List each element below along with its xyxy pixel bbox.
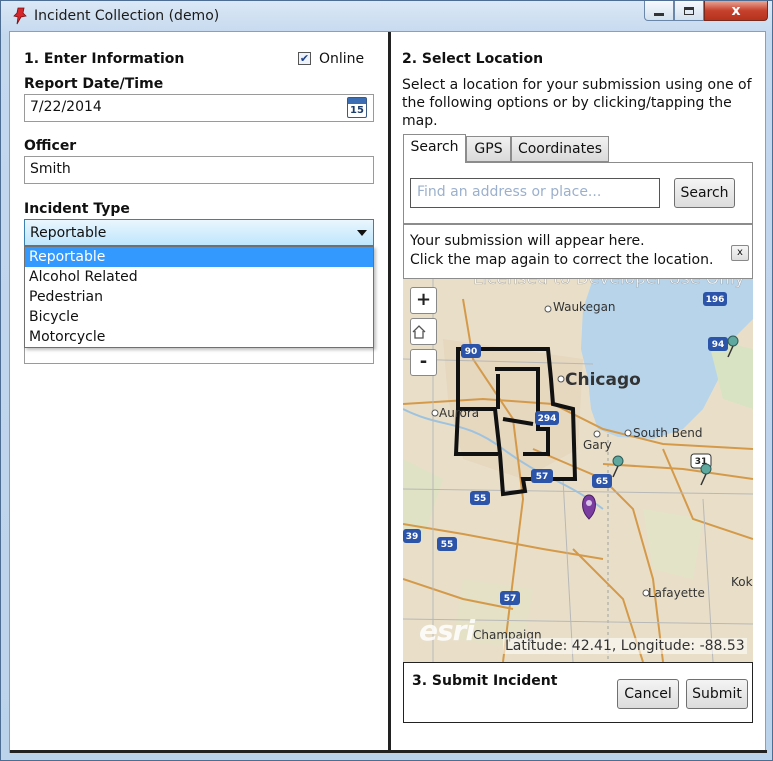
home-extent-button[interactable]	[410, 318, 437, 345]
officer-field[interactable]: Smith	[24, 156, 374, 184]
report-date-value: 7/22/2014	[30, 99, 102, 115]
maximize-icon	[684, 6, 694, 15]
shield-94: 94	[712, 340, 725, 350]
pushpin-icon	[13, 7, 27, 25]
shield-65: 65	[596, 477, 609, 487]
shield-55b: 55	[441, 540, 454, 550]
map-watermark: Licensed to Developer Use Only	[473, 279, 745, 289]
notice-line-2: Click the map again to correct the locat…	[410, 252, 714, 268]
coordinate-readout: Latitude: 42.41, Longitude: -88.53	[503, 638, 747, 654]
dropdown-option-pedestrian[interactable]: Pedestrian	[25, 287, 373, 307]
tab-coordinates[interactable]: Coordinates	[511, 136, 609, 162]
section-title-submit-incident: 3. Submit Incident	[412, 673, 558, 689]
check-icon: ✔	[299, 52, 310, 65]
online-label: Online	[319, 51, 365, 67]
shield-57b: 57	[504, 594, 517, 604]
map-label-kok: Kok	[731, 575, 753, 589]
dropdown-option-motorcycle[interactable]: Motorcycle	[25, 327, 373, 347]
shield-90: 90	[465, 347, 478, 357]
location-description: Select a location for your submission us…	[402, 77, 752, 129]
officer-value: Smith	[30, 161, 71, 177]
close-button[interactable]: x	[704, 1, 768, 21]
map-label-aurora: Aurora	[439, 406, 479, 420]
map-label-gary: Gary	[583, 438, 612, 452]
enter-information-pane: 1. Enter Information ✔ Online Report Dat…	[10, 32, 388, 752]
tab-search[interactable]: Search	[403, 134, 466, 163]
close-icon: x	[731, 2, 741, 19]
app-window: Incident Collection (demo) x 1. Enter In…	[0, 0, 773, 761]
online-checkbox[interactable]: ✔	[298, 52, 311, 65]
dropdown-option-reportable[interactable]: Reportable	[25, 247, 373, 267]
maximize-button[interactable]	[674, 1, 704, 21]
shield-196: 196	[706, 295, 725, 305]
notice-close-button[interactable]: x	[731, 245, 749, 261]
client-area: 1. Enter Information ✔ Online Report Dat…	[9, 31, 767, 753]
incident-type-value: Reportable	[30, 225, 107, 241]
report-date-label: Report Date/Time	[24, 76, 164, 92]
bottom-border	[10, 750, 767, 753]
submit-button[interactable]: Submit	[686, 679, 748, 709]
section-title-enter-information: 1. Enter Information	[24, 51, 185, 67]
submission-notice: Your submission will appear here. Click …	[403, 224, 753, 279]
cancel-button[interactable]: Cancel	[617, 679, 679, 709]
map-label-lafayette: Lafayette	[648, 586, 705, 600]
map-label-chicago: Chicago	[565, 370, 641, 390]
shield-55a: 55	[474, 494, 487, 504]
section-title-select-location: 2. Select Location	[402, 51, 544, 67]
incident-type-select[interactable]: Reportable	[24, 219, 374, 246]
minimize-button[interactable]	[644, 1, 674, 21]
dropdown-arrow-icon	[357, 230, 367, 236]
incident-type-dropdown: Reportable Alcohol Related Pedestrian Bi…	[24, 246, 374, 348]
address-search-input[interactable]: Find an address or place...	[410, 178, 660, 208]
zoom-in-button[interactable]: +	[410, 287, 437, 314]
basemap: 90 294 57 65 55 57 39 55 196 94 31 Licen…	[403, 279, 753, 662]
esri-logo: esri	[419, 614, 475, 647]
calendar-icon[interactable]: 15	[347, 97, 367, 118]
search-tab-panel: Find an address or place... Search	[403, 162, 753, 224]
zoom-out-button[interactable]: -	[410, 349, 437, 376]
submit-incident-panel: 3. Submit Incident Cancel Submit	[403, 662, 753, 723]
search-button[interactable]: Search	[674, 178, 735, 208]
calendar-day: 15	[350, 105, 364, 116]
report-date-field[interactable]: 7/22/2014 15	[24, 94, 374, 122]
title-bar: Incident Collection (demo) x	[1, 1, 772, 31]
shield-57: 57	[536, 472, 549, 482]
shield-294: 294	[538, 414, 557, 424]
officer-label: Officer	[24, 138, 77, 154]
minimize-icon	[654, 12, 664, 16]
dropdown-option-alcohol-related[interactable]: Alcohol Related	[25, 267, 373, 287]
map-label-south-bend: South Bend	[633, 426, 703, 440]
map-view[interactable]: 90 294 57 65 55 57 39 55 196 94 31 Licen…	[403, 279, 753, 662]
shield-39: 39	[406, 532, 419, 542]
notice-line-1: Your submission will appear here.	[410, 233, 645, 249]
map-label-waukegan: Waukegan	[553, 300, 616, 314]
select-location-pane: 2. Select Location Select a location for…	[391, 32, 767, 752]
tab-gps[interactable]: GPS	[466, 136, 511, 162]
window-title: Incident Collection (demo)	[34, 8, 220, 24]
incident-type-label: Incident Type	[24, 201, 130, 217]
dropdown-option-bicycle[interactable]: Bicycle	[25, 307, 373, 327]
home-icon	[412, 325, 426, 339]
